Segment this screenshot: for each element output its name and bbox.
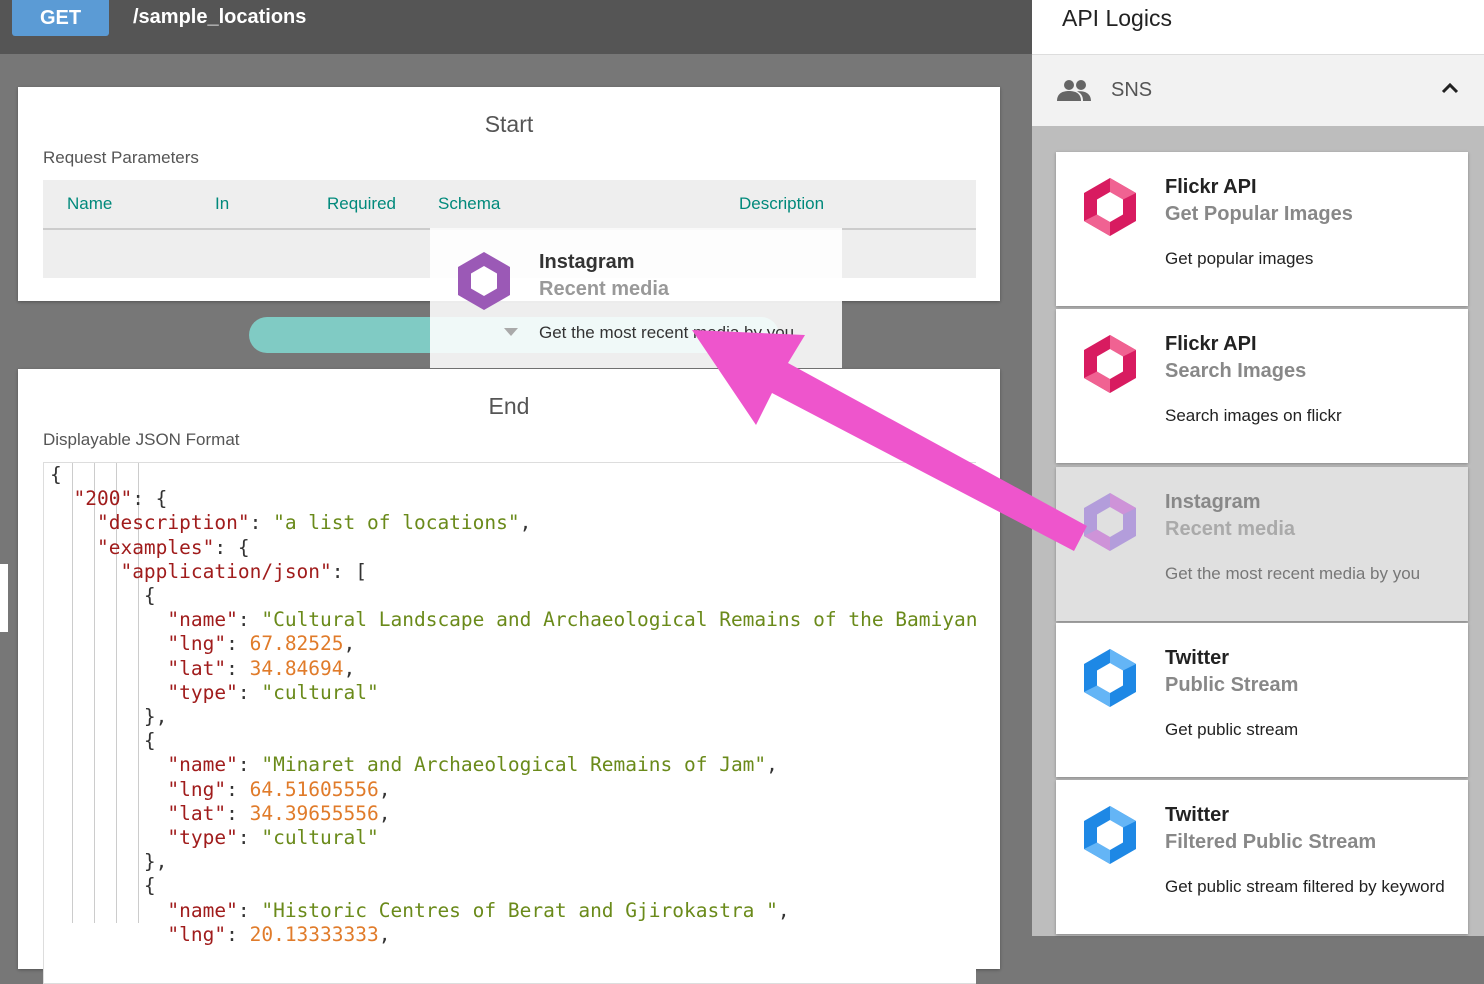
api-card[interactable]: Instagram Recent media Get the most recent… [1056, 467, 1468, 621]
api-method: Filtered Public Stream [1165, 831, 1377, 853]
end-card: End Displayable JSON Format { "200": { "… [18, 369, 1000, 984]
column-header-name[interactable]: Name [67, 194, 112, 214]
api-method: Search Images [1165, 360, 1307, 382]
request-parameters-label: Request Parameters [43, 148, 199, 167]
column-header-schema[interactable]: Schema [438, 194, 500, 214]
panel-header: API Logics [1032, 0, 1484, 55]
api-logo-icon [1084, 493, 1136, 551]
json-format-label: Displayable JSON Format [43, 430, 240, 449]
api-name: Instagram [1165, 491, 1261, 513]
api-method: Get Popular Images [1165, 203, 1353, 225]
chevron-down-icon [504, 328, 518, 336]
json-content: { "200": { "description": "a list of loc… [50, 463, 976, 946]
api-card[interactable]: Flickr API Get Popular Images Get popular … [1056, 152, 1468, 306]
column-header-required[interactable]: Required [327, 194, 396, 214]
api-method: Public Stream [1165, 674, 1299, 696]
api-name: Twitter [1165, 804, 1230, 826]
json-viewer[interactable]: { "200": { "description": "a list of loc… [43, 462, 976, 984]
end-title: End [488, 393, 530, 419]
api-logo-icon [1084, 649, 1136, 707]
sns-section-label: SNS [1111, 79, 1153, 101]
parameters-table-header: Name In Required Schema Description [43, 180, 976, 230]
api-name: Flickr API [1165, 333, 1257, 355]
api-description: Get public stream [1165, 720, 1299, 739]
people-icon [1057, 80, 1091, 101]
dragged-api-card[interactable]: Instagram Recent media Get the most rece… [430, 228, 842, 368]
http-method-button[interactable]: GET [12, 0, 109, 36]
dragged-api-name: Instagram [539, 251, 635, 273]
api-name: Twitter [1165, 647, 1230, 669]
column-header-description[interactable]: Description [739, 194, 824, 214]
api-card[interactable]: Flickr API Search Images Search images on … [1056, 309, 1468, 463]
endpoint-path: /sample_locations [133, 6, 307, 28]
api-description: Search images on flickr [1165, 406, 1342, 425]
panel-title: API Logics [1062, 5, 1172, 31]
api-name: Flickr API [1165, 176, 1257, 198]
endpoint-bar: GET /sample_locations [0, 0, 1032, 54]
instagram-logo-icon [458, 252, 510, 310]
chevron-up-icon[interactable] [1440, 81, 1460, 95]
api-description: Get popular images [1165, 249, 1314, 268]
editor-area: GET /sample_locations Start Request Para… [0, 0, 1032, 984]
dragged-api-desc: Get the most recent media by you [539, 323, 795, 342]
dragged-api-method: Recent media [539, 278, 670, 300]
api-card[interactable]: Twitter Filtered Public Stream Get public … [1056, 780, 1468, 934]
sns-section-toggle[interactable]: SNS [1032, 55, 1484, 126]
api-logo-icon [1084, 335, 1136, 393]
api-description: Get public stream filtered by keyword [1165, 877, 1445, 896]
api-description: Get the most recent media by you [1165, 564, 1421, 583]
start-title: Start [484, 111, 534, 137]
api-logics-panel: API Logics SNS Flickr API Get Popular Ima… [1032, 0, 1484, 936]
panel-resize-handle[interactable] [0, 564, 8, 632]
api-method: Recent media [1165, 518, 1296, 540]
column-header-in[interactable]: In [215, 194, 229, 214]
api-logo-icon [1084, 806, 1136, 864]
api-logo-icon [1084, 178, 1136, 236]
api-card[interactable]: Twitter Public Stream Get public stream [1056, 623, 1468, 777]
